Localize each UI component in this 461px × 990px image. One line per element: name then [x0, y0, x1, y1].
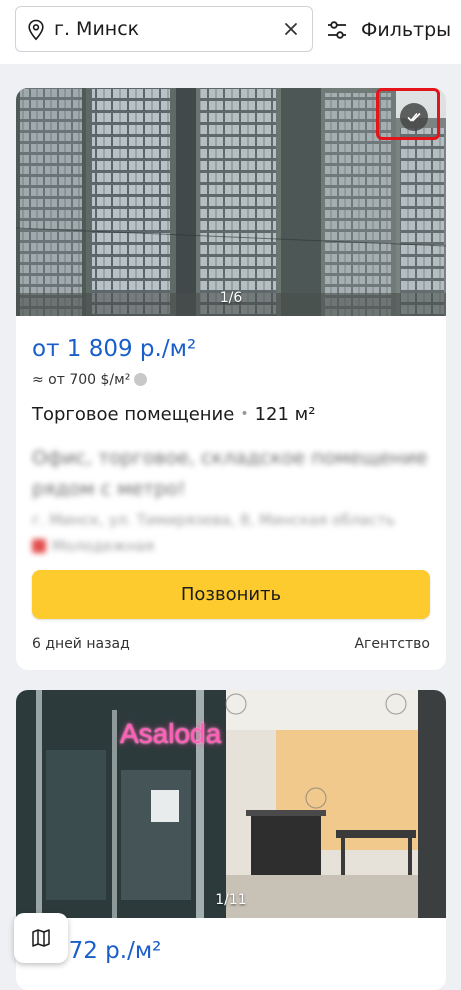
- map-button[interactable]: [14, 913, 68, 963]
- office-photo: [16, 690, 446, 918]
- listing-price: от 1 809 р./м²: [32, 336, 197, 362]
- price-usd-text: ≈ от 700 $/м²: [32, 372, 131, 388]
- map-icon: [32, 929, 50, 947]
- listing-card[interactable]: 1/6 от 1 809 р./м² ≈ от 700 $/м² Торгово…: [16, 88, 446, 670]
- listing-photo[interactable]: Asaloda 1/11: [16, 690, 446, 918]
- close-icon[interactable]: [282, 20, 300, 38]
- separator-dot: •: [240, 406, 249, 422]
- listing-metro: Молодежная: [32, 537, 154, 555]
- top-bar: г. Минск Фильтры: [0, 0, 461, 64]
- listing-address: г. Минск, ул. Тимирязева, 8, Минская обл…: [32, 511, 395, 529]
- metro-icon: [32, 539, 46, 553]
- photo-counter: 1/11: [215, 892, 247, 908]
- location-pin-icon: [28, 19, 44, 41]
- search-input[interactable]: г. Минск: [15, 6, 313, 52]
- viewed-badge-highlight: [376, 88, 440, 140]
- listing-photo[interactable]: 1/6: [16, 88, 446, 316]
- call-button[interactable]: Позвонить: [32, 570, 430, 619]
- listing-type: Торговое помещение • 121 м²: [32, 404, 315, 425]
- seller-type: Агентство: [354, 636, 430, 652]
- filters-label: Фильтры: [361, 19, 452, 41]
- neon-sign: Asaloda: [120, 718, 222, 749]
- listing-date: 6 дней назад: [32, 636, 130, 652]
- listing-title-line-2: рядом с метро!: [32, 478, 186, 500]
- listing-title[interactable]: Офис, торговое, складское помещение рядо…: [32, 443, 427, 505]
- listing-price-usd: ≈ от 700 $/м²: [32, 372, 148, 388]
- search-value: г. Минск: [54, 18, 140, 40]
- listing-area: 121 м²: [254, 404, 316, 425]
- currency-info-icon[interactable]: [134, 373, 148, 386]
- photo-counter: 1/6: [219, 290, 243, 306]
- listing-title-line-1: Офис, торговое, складское помещение: [32, 447, 428, 469]
- listing-type-label: Торговое помещение: [32, 404, 235, 425]
- listing-card[interactable]: Asaloda 1/11 2 972 р./м²: [16, 690, 446, 990]
- sliders-icon: [328, 21, 346, 39]
- metro-station: Молодежная: [52, 537, 155, 555]
